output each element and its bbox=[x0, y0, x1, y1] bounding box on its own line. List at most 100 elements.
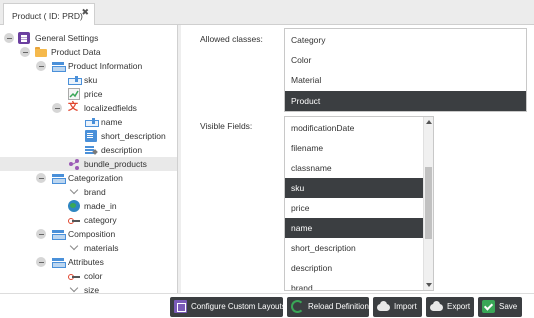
allowed-classes-listbox[interactable]: Category Color Material Product bbox=[284, 28, 527, 112]
collapse-toggle-icon[interactable] bbox=[20, 47, 30, 57]
tree-node-description[interactable]: description bbox=[0, 143, 177, 157]
tree-scrollbar[interactable] bbox=[178, 25, 181, 293]
chevron-down-icon bbox=[68, 242, 80, 254]
list-option-label: name bbox=[291, 223, 313, 233]
tree-node-label: Product Information bbox=[68, 61, 143, 71]
list-option-selected[interactable]: name bbox=[285, 218, 424, 238]
list-option[interactable]: short_description bbox=[285, 238, 424, 258]
globe-icon bbox=[68, 200, 80, 212]
list-option[interactable]: Category bbox=[285, 30, 526, 50]
reload-definition-button[interactable]: Reload Definition bbox=[287, 297, 369, 317]
list-option-label: description bbox=[291, 263, 333, 273]
list-option-selected[interactable]: Product bbox=[285, 91, 526, 111]
tree-node-label: category bbox=[84, 215, 117, 225]
close-icon[interactable]: ✖ bbox=[81, 8, 89, 17]
import-button[interactable]: Import bbox=[373, 297, 422, 317]
cloud-upload-icon bbox=[377, 300, 390, 313]
tree-node-made-in[interactable]: made_in bbox=[0, 199, 177, 213]
chevron-down-icon bbox=[68, 186, 80, 198]
tab-title: Product ( ID: PRD) bbox=[12, 11, 83, 21]
collapse-toggle-icon[interactable] bbox=[4, 33, 14, 43]
folder-icon bbox=[35, 46, 47, 58]
list-option[interactable]: Color bbox=[285, 50, 526, 70]
scrollbar-thumb[interactable] bbox=[425, 167, 432, 239]
list-option-label: classname bbox=[291, 163, 332, 173]
tree-node-name[interactable]: name bbox=[0, 115, 177, 129]
list-option-label: Category bbox=[291, 35, 326, 45]
tree-node-label: Attributes bbox=[68, 257, 104, 267]
tree-node-product-data[interactable]: Product Data bbox=[0, 45, 177, 59]
collapse-toggle-icon[interactable] bbox=[36, 61, 46, 71]
tree-node-general-settings[interactable]: General Settings bbox=[0, 31, 177, 45]
tree-node-size[interactable]: size bbox=[0, 283, 177, 293]
list-option-label: brand bbox=[291, 283, 313, 291]
list-option[interactable]: description bbox=[285, 258, 424, 278]
field-settings-panel: Allowed classes: Category Color Material… bbox=[182, 25, 534, 293]
layout-panel-icon bbox=[52, 228, 66, 240]
list-option-label: Color bbox=[291, 55, 312, 65]
collapse-toggle-icon[interactable] bbox=[36, 229, 46, 239]
button-label: Save bbox=[499, 302, 518, 311]
visible-fields-label: Visible Fields: bbox=[200, 121, 253, 131]
tree-node-label: price bbox=[84, 89, 103, 99]
chevron-down-icon bbox=[68, 284, 80, 293]
configure-custom-layouts-button[interactable]: Configure Custom Layouts bbox=[170, 297, 286, 317]
layout-panel-icon bbox=[52, 256, 66, 268]
tree-node-label: color bbox=[84, 271, 103, 281]
tree-node-categorization[interactable]: Categorization bbox=[0, 171, 177, 185]
tree-node-product-information[interactable]: Product Information bbox=[0, 59, 177, 73]
list-option[interactable]: brand bbox=[285, 278, 424, 291]
list-option[interactable]: filename bbox=[285, 138, 424, 158]
tree-node-color[interactable]: color bbox=[0, 269, 177, 283]
list-option-label: modificationDate bbox=[291, 123, 355, 133]
tree-node-category[interactable]: category bbox=[0, 213, 177, 227]
collapse-toggle-icon[interactable] bbox=[36, 173, 46, 183]
allowed-classes-label: Allowed classes: bbox=[200, 34, 263, 44]
button-label: Reload Definition bbox=[308, 302, 369, 311]
tree-node-materials[interactable]: materials bbox=[0, 241, 177, 255]
tree-node-brand[interactable]: brand bbox=[0, 185, 177, 199]
tree-node-attributes[interactable]: Attributes bbox=[0, 255, 177, 269]
tree-node-label: made_in bbox=[84, 201, 117, 211]
scroll-up-arrow-icon[interactable] bbox=[426, 120, 432, 124]
tree-node-localizedfields[interactable]: 文 localizedfields bbox=[0, 101, 177, 115]
tree-node-label: size bbox=[84, 285, 100, 293]
button-label: Configure Custom Layouts bbox=[191, 302, 286, 311]
listbox-scrollbar[interactable] bbox=[423, 117, 433, 290]
document-icon bbox=[85, 130, 97, 142]
tree-node-label: localizedfields bbox=[84, 103, 137, 113]
tab-product[interactable]: Product ( ID: PRD) ✖ bbox=[3, 3, 95, 25]
tree-node-composition[interactable]: Composition bbox=[0, 227, 177, 241]
save-button[interactable]: Save bbox=[478, 297, 522, 317]
tree-node-sku[interactable]: sku bbox=[0, 73, 177, 87]
class-layout-tree: General Settings Product Data Product In… bbox=[0, 25, 178, 293]
collapse-toggle-icon[interactable] bbox=[36, 257, 46, 267]
button-label: Import bbox=[394, 302, 417, 311]
custom-layout-icon bbox=[174, 300, 187, 313]
list-option-label: Material bbox=[291, 75, 322, 85]
list-option-selected[interactable]: sku bbox=[285, 178, 424, 198]
checkmark-icon bbox=[482, 300, 495, 313]
tree-node-bundle-products[interactable]: bundle_products bbox=[0, 157, 177, 171]
visible-fields-listbox[interactable]: modificationDate filename classname sku … bbox=[284, 116, 434, 291]
tree-node-label: bundle_products bbox=[84, 159, 147, 169]
settings-icon bbox=[18, 32, 30, 44]
list-option[interactable]: Material bbox=[285, 70, 526, 90]
tree-node-short-description[interactable]: short_description bbox=[0, 129, 177, 143]
tree-node-label: General Settings bbox=[35, 33, 99, 43]
bottom-toolbar: Configure Custom Layouts Reload Definiti… bbox=[0, 293, 534, 318]
tree-node-price[interactable]: price bbox=[0, 87, 177, 101]
tree-node-label: description bbox=[101, 145, 143, 155]
list-option-label: short_description bbox=[291, 243, 356, 253]
export-button[interactable]: Export bbox=[426, 297, 474, 317]
list-option[interactable]: modificationDate bbox=[285, 118, 424, 138]
list-option[interactable]: classname bbox=[285, 158, 424, 178]
list-option-label: Product bbox=[291, 96, 321, 106]
collapse-toggle-icon[interactable] bbox=[52, 103, 62, 113]
scroll-down-arrow-icon[interactable] bbox=[426, 283, 432, 287]
list-option-label: sku bbox=[291, 183, 305, 193]
input-field-icon bbox=[85, 116, 99, 128]
tree-node-label: sku bbox=[84, 75, 98, 85]
layout-panel-icon bbox=[52, 60, 66, 72]
list-option[interactable]: price bbox=[285, 198, 424, 218]
